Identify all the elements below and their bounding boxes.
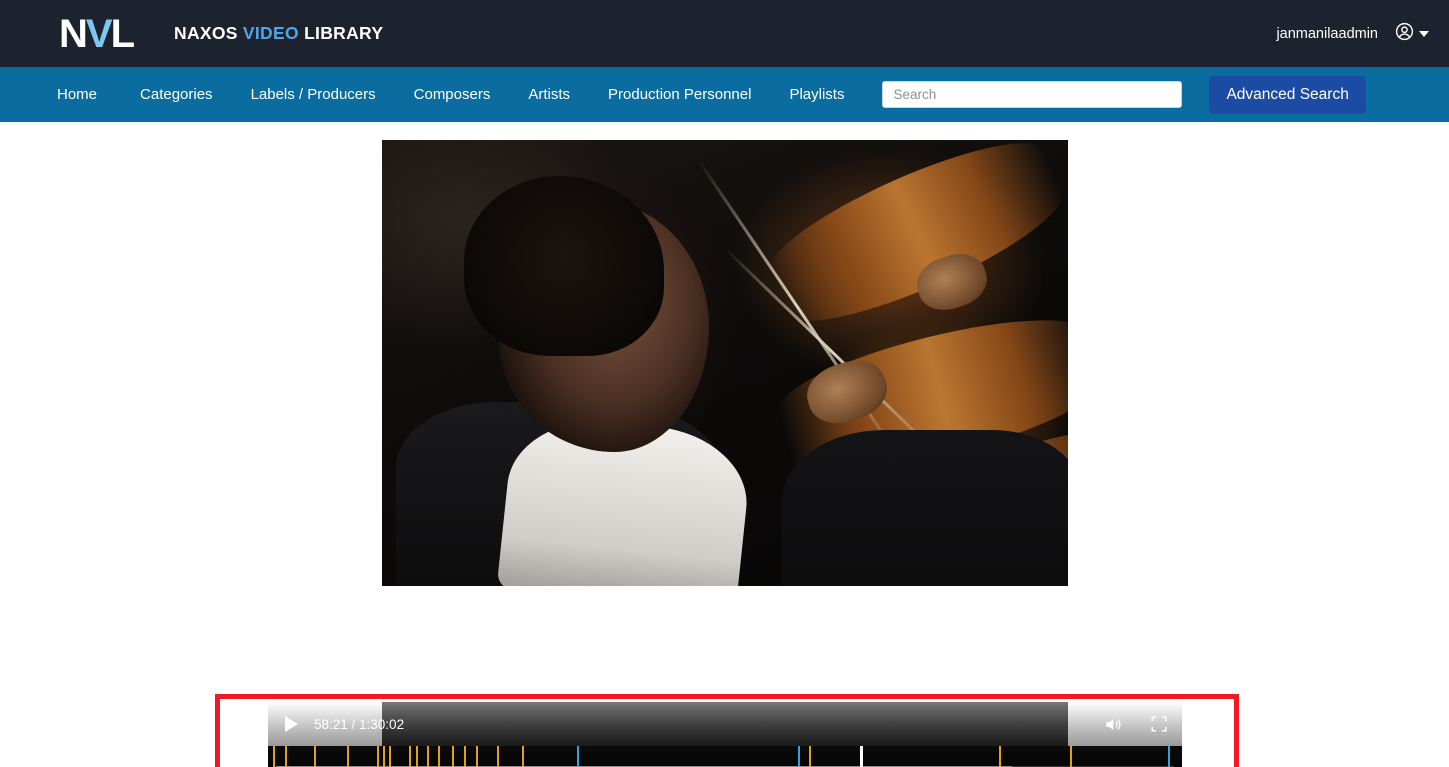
timeline-marker-movement[interactable] (438, 746, 440, 767)
timeline-marker-movement[interactable] (408, 746, 411, 767)
timeline-marker-movement[interactable] (809, 746, 812, 767)
timeline-marker-movement[interactable] (346, 746, 349, 767)
timeline-marker-movement[interactable] (273, 746, 276, 767)
timeline-marker-movement[interactable] (376, 746, 379, 767)
nav-item-composers[interactable]: Composers (395, 86, 510, 103)
timeline-marker-movement[interactable] (1070, 746, 1073, 767)
video-controls: 58:21 / 1:30:02 (268, 702, 1182, 767)
time-display: 58:21 / 1:30:02 (314, 716, 405, 732)
nav-item-labels-producers[interactable]: Labels / Producers (232, 86, 395, 103)
timeline-marker-chapter[interactable] (798, 746, 801, 767)
nav-item-home[interactable]: Home (57, 86, 121, 103)
player-stage: 58:21 / 1:30:02 (0, 122, 1449, 767)
username-label: janmanilaadmin (1276, 25, 1378, 42)
timeline-marker-movement[interactable] (497, 746, 500, 767)
top-header-bar: NVL NAXOS VIDEO LIBRARY janmanilaadmin (0, 0, 1449, 67)
timeline-marker-movement[interactable] (285, 746, 288, 767)
advanced-search-button[interactable]: Advanced Search (1209, 75, 1366, 114)
nav-item-production-personnel[interactable]: Production Personnel (589, 86, 770, 103)
nav-item-categories[interactable]: Categories (121, 86, 232, 103)
nvl-logo: NVL (59, 11, 135, 56)
timeline-marker-movement[interactable] (999, 746, 1002, 767)
timeline-marker-movement[interactable] (388, 746, 391, 767)
timeline-marker-movement[interactable] (451, 746, 454, 767)
logo-letter-v: V (85, 11, 113, 56)
user-area[interactable]: janmanilaadmin (1276, 21, 1429, 47)
timeline-marker-movement[interactable] (522, 746, 525, 767)
brand-word-video: VIDEO (242, 23, 299, 43)
nav-item-playlists[interactable]: Playlists (770, 86, 863, 103)
volume-icon[interactable] (1102, 715, 1123, 734)
video-controls-right (1102, 715, 1168, 734)
brand-word-naxos: NAXOS (174, 23, 238, 43)
nav-item-artists[interactable]: Artists (509, 86, 589, 103)
timeline-marker-movement[interactable] (463, 746, 466, 767)
brand-title: NAXOS VIDEO LIBRARY (174, 23, 383, 44)
logo-letter-n: N (59, 11, 88, 56)
video-timeline-scrubber[interactable] (268, 746, 1182, 767)
timeline-marker-movement[interactable] (383, 746, 386, 767)
timeline-playhead[interactable] (860, 746, 864, 767)
fullscreen-icon[interactable] (1150, 715, 1168, 733)
timeline-marker-movement[interactable] (313, 746, 316, 767)
video-controls-top-row: 58:21 / 1:30:02 (268, 702, 1182, 746)
chevron-down-icon (1419, 30, 1429, 37)
main-navigation-bar: Home Categories Labels / Producers Compo… (0, 67, 1449, 122)
timeline-marker-chapter[interactable] (1168, 746, 1171, 767)
user-circle-icon (1394, 21, 1415, 47)
user-menu-button[interactable] (1394, 21, 1429, 47)
brand-word-library: LIBRARY (304, 23, 384, 43)
brand-block[interactable]: NVL NAXOS VIDEO LIBRARY (59, 14, 383, 54)
timeline-marker-movement[interactable] (416, 746, 419, 767)
search-input[interactable] (882, 81, 1183, 108)
performer-jacket (781, 429, 1068, 586)
timeline-marker-chapter[interactable] (576, 746, 579, 767)
timeline-marker-movement[interactable] (427, 746, 430, 767)
play-icon[interactable] (285, 716, 298, 732)
video-player-surface[interactable] (382, 140, 1068, 586)
timeline-marker-movement[interactable] (476, 746, 479, 767)
logo-letter-l: L (110, 11, 135, 56)
